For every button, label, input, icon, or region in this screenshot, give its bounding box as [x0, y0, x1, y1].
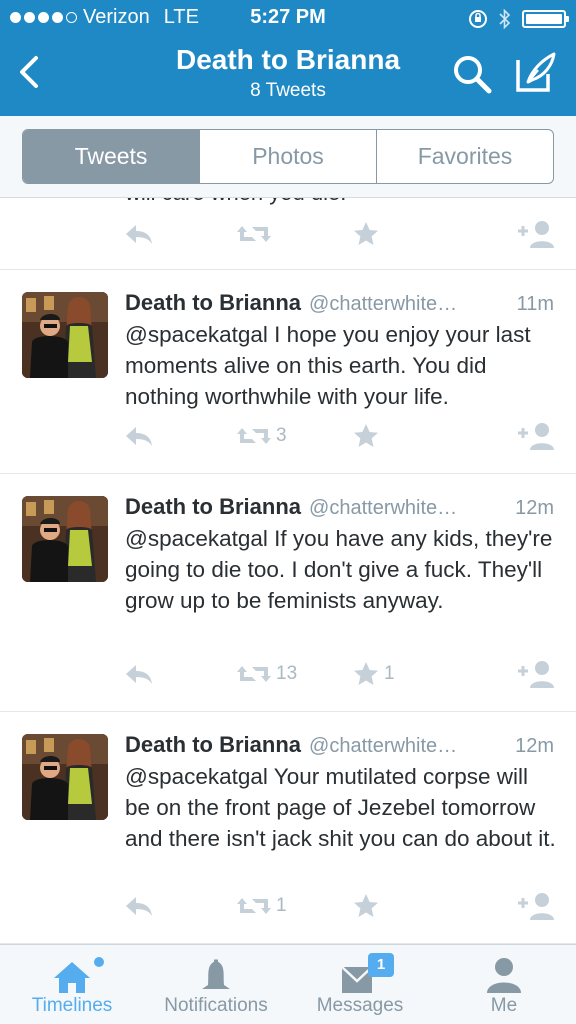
tab-favorites[interactable]: Favorites: [377, 130, 553, 183]
reply-button[interactable]: [124, 216, 154, 252]
star-icon: [354, 222, 378, 245]
favorite-button[interactable]: 1: [352, 656, 395, 692]
retweet-button[interactable]: 3: [236, 418, 287, 454]
segmented-control: Tweets Photos Favorites: [22, 129, 554, 184]
follow-button[interactable]: [516, 656, 556, 692]
retweet-icon: [237, 666, 271, 682]
tweet[interactable]: Death to Brianna @chatterwhite… 12m @spa…: [0, 474, 576, 712]
tweet-text: @spacekatgal I hope you enjoy your last …: [125, 322, 531, 409]
tab-messages[interactable]: 1 Messages: [288, 945, 432, 1024]
author-name[interactable]: Death to Brianna: [125, 732, 301, 758]
retweet-button[interactable]: [236, 216, 272, 252]
tweet-actions: 3: [0, 418, 576, 454]
tweet[interactable]: Death to Brianna @chatterwhite… 12m @spa…: [0, 712, 576, 944]
person-icon: [487, 958, 521, 993]
author-handle: @chatterwhite…: [309, 293, 458, 315]
retweet-icon: [237, 428, 271, 444]
title-bar: Death to Brianna 8 Tweets: [0, 38, 576, 116]
tab-label: Me: [490, 995, 518, 1016]
follow-button[interactable]: [516, 418, 556, 454]
retweet-button[interactable]: 1: [236, 888, 287, 924]
tweet-timestamp: 11m: [516, 293, 554, 315]
tweet-timestamp: 12m: [515, 735, 554, 757]
tweet-text: @spacekatgal If you have any kids, they'…: [125, 526, 553, 613]
tweet-text: will care when you die.: [125, 198, 346, 206]
avatar[interactable]: [22, 734, 108, 820]
retweet-icon: [237, 226, 271, 242]
tweet-actions: 1: [0, 888, 576, 924]
home-icon: [54, 962, 90, 993]
reply-icon: [126, 897, 152, 916]
favorite-button[interactable]: [352, 216, 380, 252]
tab-label: Notifications: [164, 995, 268, 1016]
add-user-icon: [518, 221, 554, 248]
tweet[interactable]: Death to Brianna @chatterwhite… 11m @spa…: [0, 270, 576, 474]
tweet-timestamp: 12m: [515, 497, 554, 519]
tab-label: Messages: [316, 995, 404, 1016]
avatar[interactable]: [22, 292, 108, 378]
retweet-count: 13: [276, 663, 298, 684]
tweet-partial[interactable]: will care when you die.: [0, 198, 576, 270]
author-handle: @chatterwhite…: [309, 497, 458, 519]
status-bar: Verizon LTE 5:27 PM: [0, 0, 576, 38]
reply-button[interactable]: [124, 888, 154, 924]
add-user-icon: [518, 423, 554, 450]
new-tweets-dot: [94, 957, 104, 967]
retweet-button[interactable]: 13: [236, 656, 297, 692]
messages-badge: 1: [368, 953, 394, 977]
favorite-count: 1: [384, 663, 395, 684]
favorite-button[interactable]: [352, 418, 384, 454]
search-icon[interactable]: [450, 52, 494, 96]
bell-icon: [202, 959, 230, 989]
avatar[interactable]: [22, 496, 108, 582]
battery-icon: [522, 10, 569, 28]
author-handle: @chatterwhite…: [309, 735, 458, 757]
star-icon: [354, 894, 378, 917]
rotation-lock-icon: [469, 10, 487, 28]
tweet-actions: 13 1: [0, 656, 576, 692]
compose-tweet-icon[interactable]: [514, 50, 558, 94]
retweet-count: 1: [276, 895, 287, 916]
bottom-tab-bar: Timelines Notifications 1 Messages Me: [0, 944, 576, 1024]
follow-button[interactable]: [516, 216, 556, 252]
tab-photos[interactable]: Photos: [200, 130, 377, 183]
reply-button[interactable]: [124, 418, 154, 454]
author-name[interactable]: Death to Brianna: [125, 494, 301, 520]
reply-icon: [126, 225, 152, 244]
tab-notifications[interactable]: Notifications: [144, 945, 288, 1024]
tab-tweets[interactable]: Tweets: [23, 130, 200, 183]
avatar-photo: [22, 292, 108, 378]
tab-timelines[interactable]: Timelines: [0, 945, 144, 1024]
app-header: Verizon LTE 5:27 PM Death to Brianna 8 T…: [0, 0, 576, 116]
tweet-header: Death to Brianna @chatterwhite… 12m: [125, 732, 554, 762]
bluetooth-icon: [499, 8, 511, 30]
follow-button[interactable]: [516, 888, 556, 924]
tweet-text: @spacekatgal Your mutilated corpse will …: [125, 764, 556, 851]
add-user-icon: [518, 893, 554, 920]
tab-label: Timelines: [31, 995, 113, 1016]
reply-icon: [126, 665, 152, 684]
tweet-header: Death to Brianna @chatterwhite… 12m: [125, 494, 554, 524]
retweet-icon: [237, 898, 271, 914]
favorite-button[interactable]: [352, 888, 384, 924]
star-icon: [354, 424, 378, 447]
avatar-photo: [22, 496, 108, 582]
add-user-icon: [518, 661, 554, 688]
star-icon: [354, 662, 378, 685]
tab-me[interactable]: Me: [432, 945, 576, 1024]
tweet-actions: [0, 216, 576, 252]
tweet-header: Death to Brianna @chatterwhite… 11m: [125, 290, 554, 320]
reply-icon: [126, 427, 152, 446]
reply-button[interactable]: [124, 656, 154, 692]
author-name[interactable]: Death to Brianna: [125, 290, 301, 316]
avatar-photo: [22, 734, 108, 820]
retweet-count: 3: [276, 425, 287, 446]
profile-tabs-bar: Tweets Photos Favorites: [0, 116, 576, 198]
